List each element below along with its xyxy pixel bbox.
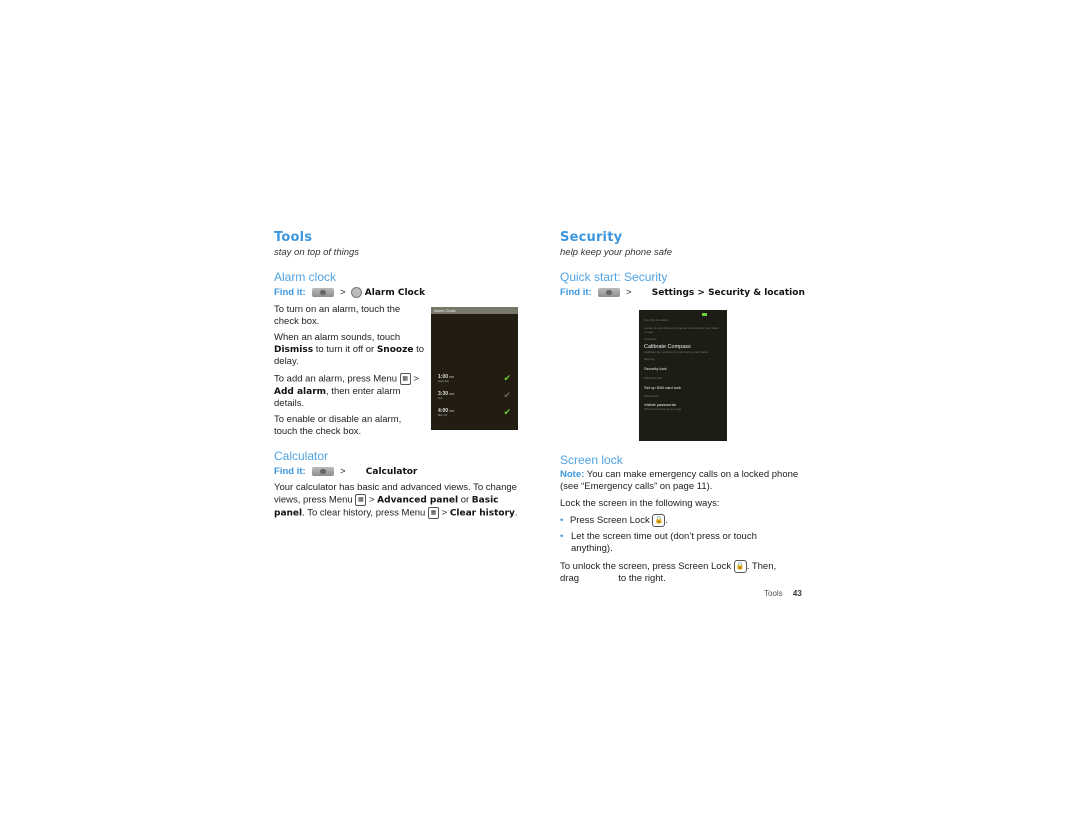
text: Press Screen Lock [569, 515, 650, 527]
home-key-icon [312, 288, 335, 297]
text: To add an alarm, press Menu [274, 373, 398, 385]
text: > [441, 507, 448, 519]
lock-key-icon: 🔒 [733, 560, 747, 573]
findit-target: Alarm Clock [364, 288, 426, 299]
home-key-icon [312, 466, 335, 476]
security-title: Security [560, 230, 623, 245]
alarm-paragraph-3: To add an alarm, press Menu ▦ > Add alar… [274, 373, 419, 410]
battery-icon [702, 313, 707, 316]
advanced-panel-label: Advanced panel [377, 495, 459, 506]
lock-intro: Lock the screen in the following ways: [560, 498, 720, 509]
tools-title: Tools [274, 230, 313, 245]
quick-start-heading: Quick start: Security [560, 270, 668, 284]
unlock-paragraph: To unlock the screen, press Screen Lock … [560, 560, 805, 585]
alarm-paragraph-4: To enable or disable an alarm, touch the… [274, 414, 402, 437]
settings-category: Passwords [644, 394, 659, 398]
security-subtitle: help keep your phone safe [560, 247, 672, 258]
findit-target: Settings > Security & location [651, 288, 805, 298]
security-settings-screenshot: Security & location Locate to stored/use… [639, 310, 727, 441]
alarm-checkbox-checked-icon[interactable]: ✔ [503, 373, 511, 384]
screen-header: Security & location [644, 318, 669, 322]
text: To unlock the screen, press Screen Lock [560, 561, 732, 573]
bullet-icon: • [560, 515, 564, 527]
alarm-clock-icon [351, 287, 363, 298]
settings-row: Locate to stored/used it requires more b… [644, 326, 719, 334]
findit-separator: > [339, 287, 346, 299]
footer-section: Tools [764, 589, 783, 598]
calculator-heading: Calculator [274, 449, 329, 463]
text: . Then, [746, 561, 777, 573]
menu-key-icon: ▦ [355, 494, 367, 506]
bullet-icon: • [560, 531, 564, 542]
page-footer: Tools 43 [764, 589, 802, 598]
alarm-item: 3:30 PM Tue [438, 391, 454, 400]
lock-key-icon: 🔒 [652, 514, 666, 527]
text: . To clear history, press Menu [302, 507, 426, 519]
home-key-icon [598, 287, 621, 297]
menu-key-icon: ▦ [427, 506, 439, 519]
findit-label: Find it: [560, 287, 592, 298]
security-findit: Find it: > Settings > Security & locatio… [560, 287, 805, 298]
alarm-checkbox-checked-icon[interactable]: ✔ [503, 407, 511, 418]
sim-card-lock-row[interactable]: Set up SIM card lock [639, 385, 727, 390]
findit-separator: > [625, 287, 632, 298]
text: > [368, 494, 375, 506]
alarm-paragraph-1: To turn on an alarm, touch the check box… [274, 304, 401, 327]
settings-category: Security [644, 357, 655, 361]
settings-row: Show password as you type [644, 407, 682, 411]
settings-row: Calibrate the compass for optimum perfor… [644, 350, 709, 354]
findit-label: Find it: [274, 466, 306, 477]
menu-key-icon: ▦ [399, 373, 411, 385]
text: to turn it off or [315, 344, 375, 355]
alarm-ampm: PM [449, 409, 454, 413]
alarm-item: 4:00 PM Mon, Fri [438, 408, 454, 417]
alarm-days: every day [438, 380, 449, 383]
alarm-days: Tue [438, 397, 443, 400]
text: > [413, 373, 419, 385]
add-alarm-label: Add alarm [274, 386, 327, 397]
alarm-days: Mon, Fri [438, 414, 448, 417]
findit-label: Find it: [274, 287, 306, 299]
calculator-findit: Find it: > Calculator [274, 466, 417, 477]
alarm-clock-screenshot: Alarm Clock 1:00 PM every day ✔ 3:30 PM Tu… [431, 307, 518, 430]
dismiss-label: Dismiss [274, 345, 314, 355]
alarm-paragraph-2: When an alarm sounds, touch Dismiss to t… [274, 332, 424, 368]
text: to the right. [618, 573, 666, 585]
findit-separator: > [339, 466, 346, 477]
bullet-item: • Press Screen Lock 🔒. [560, 514, 668, 527]
text: When an alarm sounds, touch [274, 332, 401, 343]
text: or [460, 494, 470, 506]
clear-history-label: Clear history [449, 508, 515, 519]
note-label: Note: [560, 469, 585, 480]
settings-category: SIM card lock [644, 376, 663, 380]
tools-subtitle: stay on top of things [274, 247, 360, 258]
alarm-findit: Find it: > Alarm Clock [274, 287, 425, 298]
findit-target: Calculator [365, 467, 418, 477]
screen-lock-note: Note: You can make emergency calls on a … [560, 469, 800, 493]
alarm-item: 1:00 PM every day [438, 374, 454, 383]
security-section: Security help keep your phone safe [560, 230, 810, 258]
alarm-ampm: PM [449, 375, 454, 379]
page-number: 43 [792, 589, 802, 598]
alarm-clock-heading: Alarm clock [274, 270, 337, 284]
tools-section: Tools stay on top of things [274, 230, 524, 258]
alarm-ampm: PM [449, 392, 454, 396]
snooze-label: Snooze [376, 345, 414, 355]
text: . [665, 515, 668, 527]
alarm-screen-title: Alarm Clock [431, 307, 518, 314]
security-lock-row[interactable]: Security lock [639, 366, 727, 371]
screen-lock-heading: Screen lock [560, 453, 623, 467]
text: Let the screen time out (don’t press or … [571, 531, 757, 554]
note-text: You can make emergency calls on a locked… [560, 469, 799, 492]
settings-category: Compass [644, 337, 657, 341]
alarm-checkbox-unchecked-icon[interactable]: ✔ [503, 390, 511, 401]
text: drag [560, 573, 580, 585]
calculator-paragraph: Your calculator has basic and advanced v… [274, 482, 522, 519]
bullet-item: • Let the screen time out (don’t press o… [560, 531, 790, 555]
text: . [514, 507, 518, 519]
